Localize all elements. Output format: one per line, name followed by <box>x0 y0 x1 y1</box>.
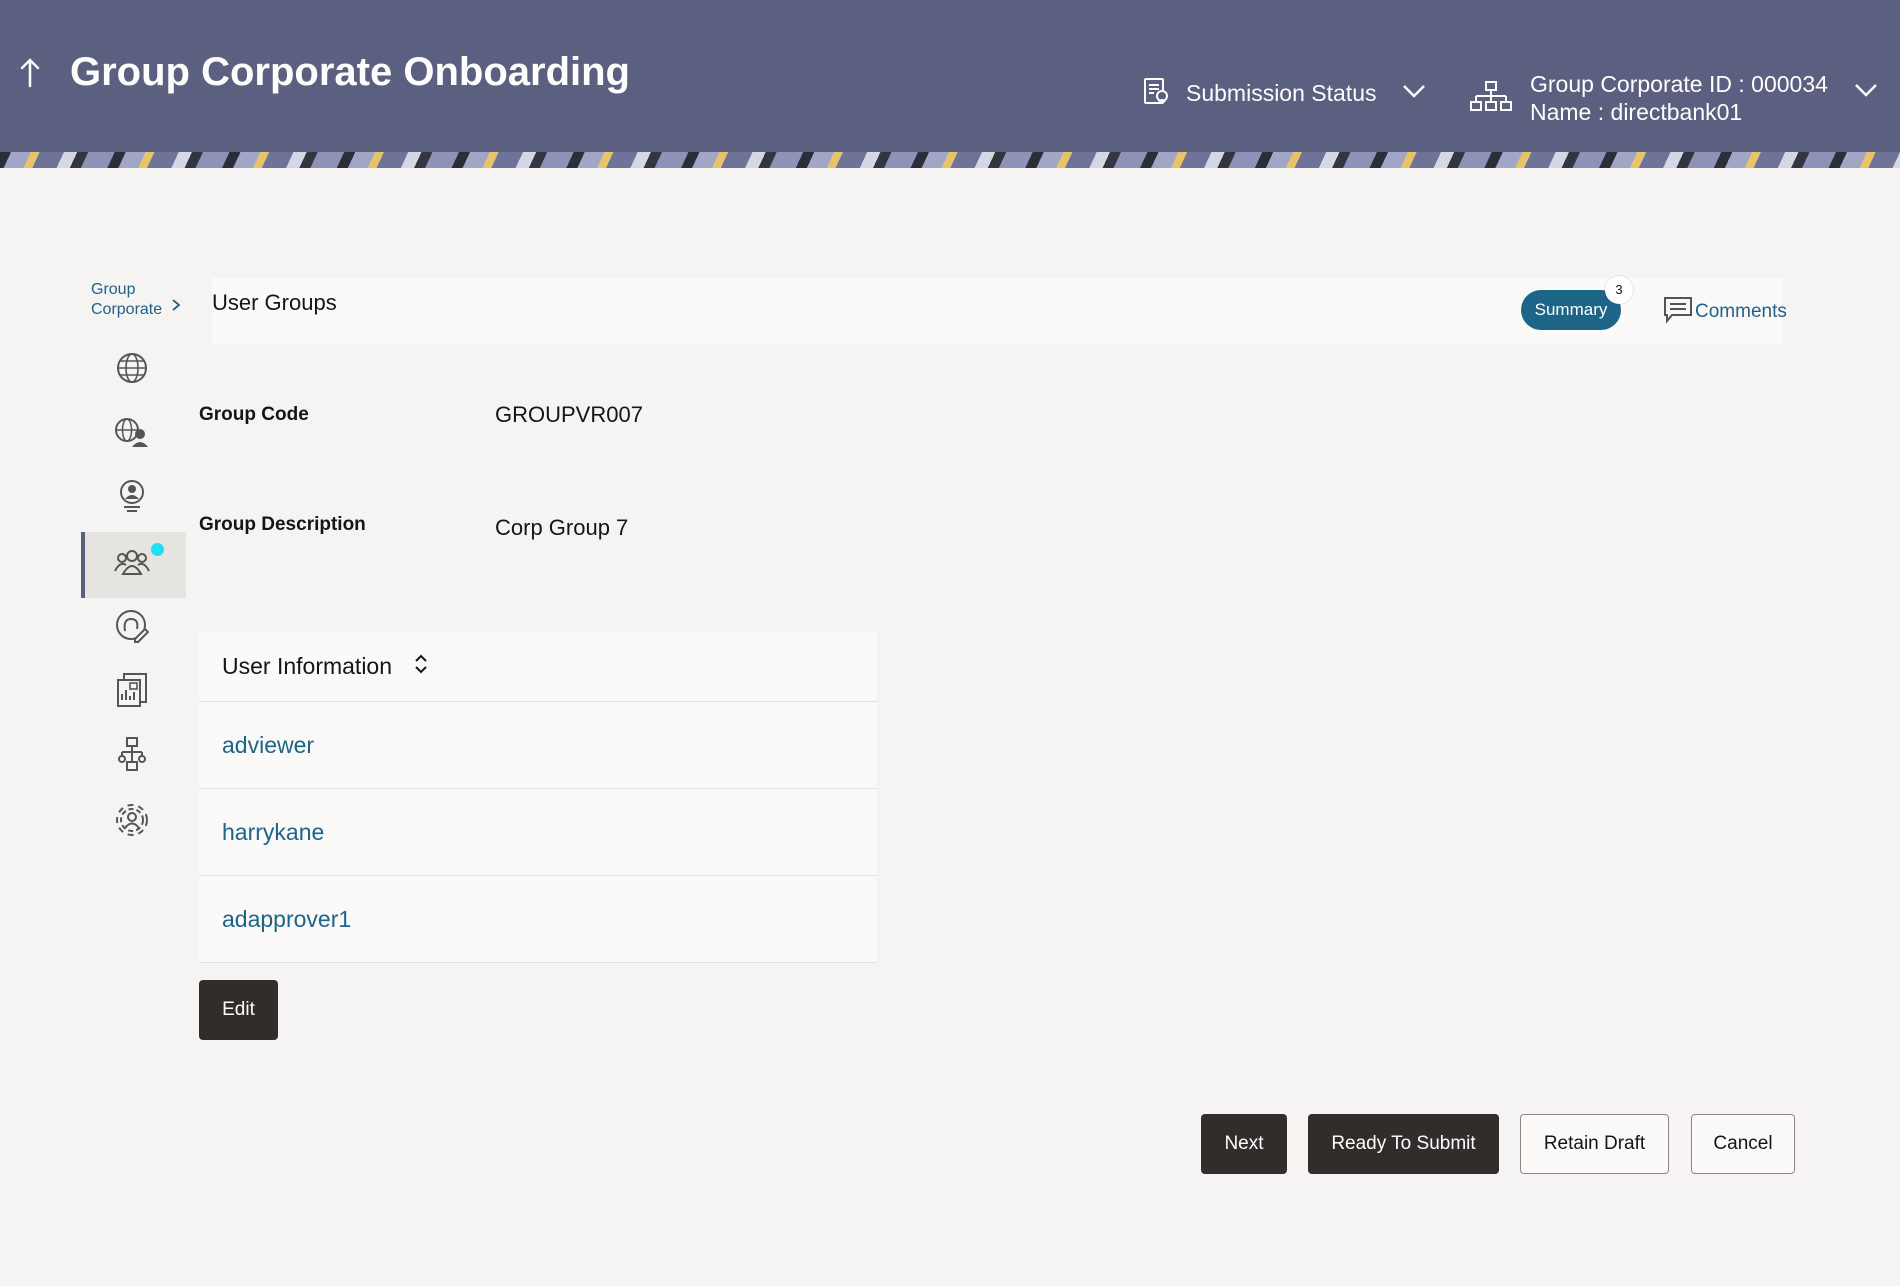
comments-label: Comments <box>1695 301 1787 322</box>
submission-status-label: Submission Status <box>1186 80 1377 106</box>
comments-link[interactable]: Comments <box>1663 294 1787 330</box>
ready-to-submit-button[interactable]: Ready To Submit <box>1308 1114 1499 1174</box>
chevron-down-icon <box>1854 82 1878 103</box>
edit-button[interactable]: Edit <box>199 980 278 1040</box>
group-code-label: Group Code <box>199 404 309 425</box>
table-row: adviewer <box>199 702 877 789</box>
cancel-button[interactable]: Cancel <box>1691 1114 1795 1174</box>
corporate-id: Group Corporate ID : 000034 <box>1530 71 1828 97</box>
header-decoration <box>0 152 1900 168</box>
comment-icon <box>1663 294 1693 330</box>
document-status-icon <box>1142 76 1170 111</box>
user-information-table: User Information adviewer harrykane adap… <box>199 632 877 963</box>
sort-icon[interactable] <box>414 654 428 679</box>
group-description-label: Group Description <box>199 514 366 535</box>
breadcrumb-line-2: Corporate <box>91 301 163 318</box>
globe-users-icon[interactable] <box>114 414 150 450</box>
reports-icon[interactable] <box>114 672 150 708</box>
retain-draft-button[interactable]: Retain Draft <box>1520 1114 1669 1174</box>
breadcrumb-line-1: Group <box>91 281 136 298</box>
summary-count-badge: 3 <box>1605 276 1633 304</box>
user-groups-icon[interactable] <box>114 544 150 580</box>
arrow-up-icon[interactable] <box>18 56 44 92</box>
corporate-name: Name : directbank01 <box>1530 99 1743 125</box>
user-link[interactable]: adapprover1 <box>222 906 351 933</box>
settings-users-icon[interactable] <box>114 802 150 838</box>
workflow-icon[interactable] <box>114 736 150 772</box>
next-button[interactable]: Next <box>1201 1114 1287 1174</box>
table-row: adapprover1 <box>199 876 877 963</box>
user-profile-icon[interactable] <box>114 478 150 514</box>
user-link[interactable]: harrykane <box>222 819 324 846</box>
table-row: harrykane <box>199 789 877 876</box>
user-edit-icon[interactable] <box>114 608 150 644</box>
table-header[interactable]: User Information <box>199 632 877 702</box>
hierarchy-icon <box>1470 80 1512 117</box>
page-title: Group Corporate Onboarding <box>70 50 630 94</box>
group-description-value: Corp Group 7 <box>495 515 629 540</box>
chevron-right-icon <box>171 298 181 317</box>
globe-icon[interactable] <box>114 350 150 386</box>
section-title: User Groups <box>212 290 337 315</box>
column-header-user-information: User Information <box>222 653 393 679</box>
submission-status-dropdown[interactable]: Submission Status <box>1142 76 1426 111</box>
breadcrumb[interactable]: Group Corporate <box>91 280 162 320</box>
active-indicator-dot <box>151 543 164 556</box>
group-code-value: GROUPVR007 <box>495 402 643 427</box>
chevron-down-icon <box>1402 83 1426 104</box>
corporate-info-dropdown[interactable]: Group Corporate ID : 000034 Name : direc… <box>1470 70 1878 126</box>
user-link[interactable]: adviewer <box>222 732 314 759</box>
